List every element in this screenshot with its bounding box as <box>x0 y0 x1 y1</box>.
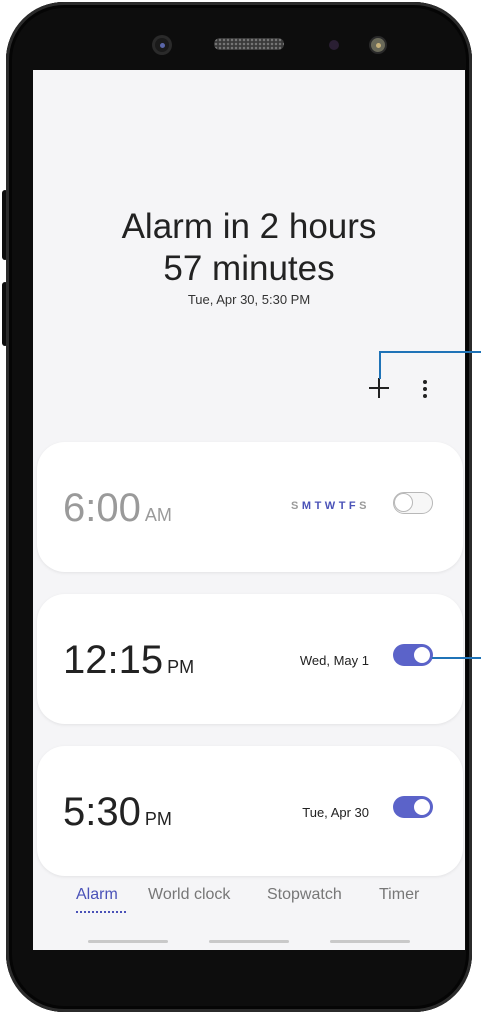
alarm-countdown-line1: Alarm in 2 hours <box>121 207 377 246</box>
callout-line-add-horizontal <box>379 351 481 353</box>
plus-icon[interactable] <box>367 376 391 400</box>
alarm-time: 6:00 AM <box>63 486 172 531</box>
alarm-date: Tue, Apr 30 <box>302 805 369 820</box>
flash-center-icon <box>376 43 381 48</box>
more-options-icon[interactable] <box>421 378 429 400</box>
callout-line-add-vertical <box>379 351 381 379</box>
callout-line-toggle <box>432 657 481 659</box>
alarm-date: Wed, May 1 <box>299 653 369 668</box>
alarm-time: 12:15 PM <box>63 638 194 683</box>
alarm-time-value: 12:15 <box>63 638 164 682</box>
day-fri: F <box>348 500 359 512</box>
alarm-ampm: PM <box>167 657 195 677</box>
day-sun: S <box>291 500 301 512</box>
alarm-time-value: 6:00 <box>63 486 141 530</box>
alarm-toggle-on[interactable] <box>393 796 433 818</box>
day-mon: M <box>301 500 314 512</box>
alarm-card-6am[interactable]: 6:00 AM SMTWTFS <box>37 442 463 572</box>
tab-stopwatch[interactable]: Stopwatch <box>267 886 342 904</box>
nav-home-bar[interactable] <box>209 940 289 943</box>
tab-timer[interactable]: Timer <box>379 886 419 904</box>
toggle-knob <box>412 645 432 665</box>
alarm-toggle-off[interactable] <box>393 492 433 514</box>
nav-back-bar[interactable] <box>330 940 410 943</box>
alarm-ampm: PM <box>144 809 172 829</box>
alarm-toggle-on[interactable] <box>393 644 433 666</box>
next-alarm-datetime: Tue, Apr 30, 5:30 PM <box>187 292 311 307</box>
alarm-screen: Alarm in 2 hours 57 minutes Tue, Apr 30,… <box>33 70 465 950</box>
tab-alarm[interactable]: Alarm <box>76 886 118 904</box>
toggle-knob <box>394 493 413 512</box>
alarm-countdown-line2: 57 minutes <box>163 249 335 288</box>
nav-recents-bar[interactable] <box>88 940 168 943</box>
day-tue: T <box>314 500 324 512</box>
bottom-tab-bar: Alarm World clock Stopwatch Timer <box>33 880 465 920</box>
repeat-days: SMTWTFS <box>290 500 369 512</box>
camera-lens-icon <box>160 43 165 48</box>
alarm-time-value: 5:30 <box>63 790 141 834</box>
alarm-time: 5:30 PM <box>63 790 172 835</box>
alarm-ampm: AM <box>144 505 172 525</box>
day-sat: S <box>359 500 369 512</box>
alarm-card-530pm[interactable]: 5:30 PM Tue, Apr 30 <box>37 746 463 876</box>
toggle-knob <box>412 797 432 817</box>
day-wed: W <box>324 500 338 512</box>
proximity-sensor-icon <box>329 40 339 50</box>
active-tab-indicator <box>76 911 126 913</box>
earpiece-speaker <box>214 38 284 50</box>
alarm-card-1215pm[interactable]: 12:15 PM Wed, May 1 <box>37 594 463 724</box>
day-thu: T <box>338 500 348 512</box>
tab-world-clock[interactable]: World clock <box>148 886 230 904</box>
